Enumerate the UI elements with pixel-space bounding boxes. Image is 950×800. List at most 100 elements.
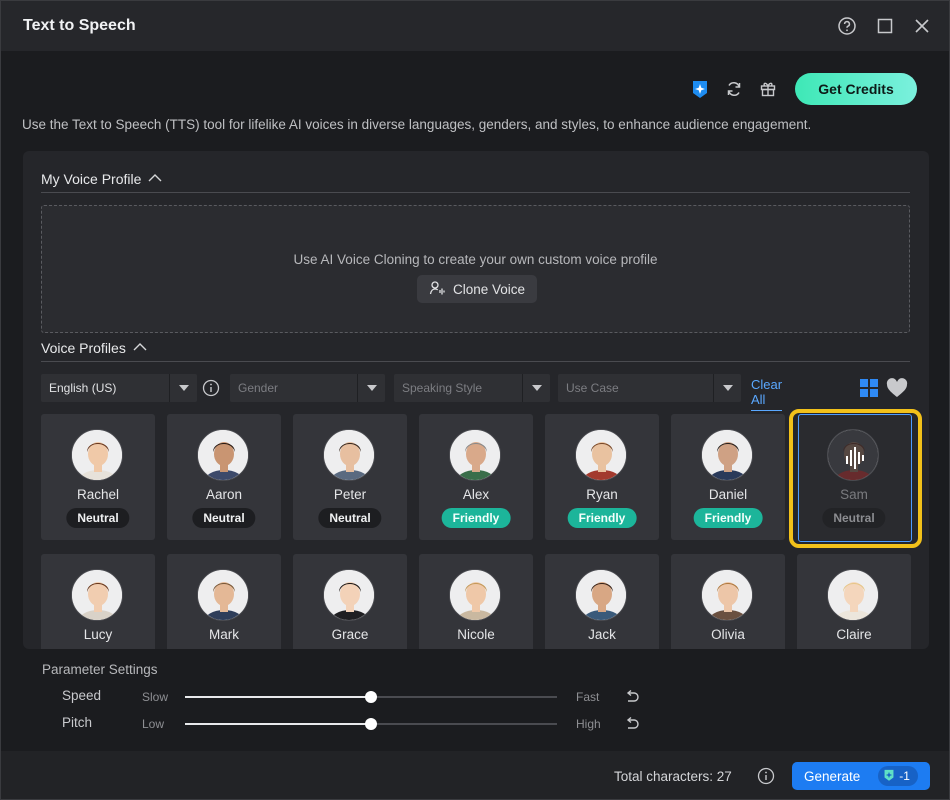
info-icon[interactable] xyxy=(202,379,220,397)
highlight-box xyxy=(789,409,922,548)
divider xyxy=(41,192,910,193)
speed-reset-icon[interactable] xyxy=(624,689,640,705)
voice-avatar xyxy=(701,569,753,621)
pitch-reset-icon[interactable] xyxy=(624,716,640,732)
voice-card[interactable]: Jack xyxy=(545,554,659,649)
language-select[interactable]: English (US) xyxy=(41,374,197,402)
voice-name: Claire xyxy=(836,627,872,642)
use-case-select[interactable]: Use Case xyxy=(558,374,741,402)
generate-button[interactable]: Generate -1 xyxy=(792,762,930,790)
credit-cost-value: -1 xyxy=(899,769,910,783)
chevron-up-icon[interactable] xyxy=(147,171,163,187)
voice-style-badge: Friendly xyxy=(693,508,763,528)
voice-card[interactable]: Peter Neutral xyxy=(293,414,407,540)
ai-credit-icon xyxy=(882,768,896,785)
get-credits-button[interactable]: Get Credits xyxy=(795,73,917,105)
generate-label: Generate xyxy=(804,768,861,784)
use-case-placeholder: Use Case xyxy=(566,381,619,395)
voice-avatar xyxy=(449,569,501,621)
maximize-icon[interactable] xyxy=(875,16,895,36)
voice-card[interactable]: Rachel Neutral xyxy=(41,414,155,540)
grid-view-icon[interactable] xyxy=(858,377,880,399)
tool-description: Use the Text to Speech (TTS) tool for li… xyxy=(22,117,812,132)
voice-avatar xyxy=(449,429,501,481)
caret-down-icon xyxy=(357,374,385,402)
voice-avatar xyxy=(197,429,249,481)
pitch-high-label: High xyxy=(576,717,601,731)
voice-card[interactable]: Ryan Friendly xyxy=(545,414,659,540)
speed-high-label: Fast xyxy=(576,690,600,704)
total-characters: Total characters: 27 xyxy=(614,769,732,784)
tts-window: Text to Speech Get Credits Use the Text … xyxy=(0,0,950,800)
voice-avatar xyxy=(71,429,123,481)
voice-name: Ryan xyxy=(586,487,618,502)
gift-icon[interactable] xyxy=(757,78,779,100)
voice-name: Nicole xyxy=(457,627,495,642)
close-icon[interactable] xyxy=(912,16,932,36)
info-icon[interactable] xyxy=(757,767,775,785)
voice-card[interactable]: Mark xyxy=(167,554,281,649)
my-voice-profile-header[interactable]: My Voice Profile xyxy=(41,171,163,187)
voice-card[interactable]: Grace xyxy=(293,554,407,649)
voice-card[interactable]: Aaron Neutral xyxy=(167,414,281,540)
voice-card[interactable]: Alex Friendly xyxy=(419,414,533,540)
voice-panel: My Voice Profile Use AI Voice Cloning to… xyxy=(23,151,929,649)
clone-voice-prompt: Use AI Voice Cloning to create your own … xyxy=(293,252,658,267)
pitch-label: Pitch xyxy=(62,715,93,730)
voice-card[interactable]: Nicole xyxy=(419,554,533,649)
voice-name: Aaron xyxy=(205,487,243,502)
speed-label: Speed xyxy=(62,688,102,703)
clone-voice-button[interactable]: Clone Voice xyxy=(417,275,537,303)
clone-voice-dropzone: Use AI Voice Cloning to create your own … xyxy=(41,205,910,333)
pitch-row: Pitch Low High xyxy=(1,714,950,734)
parameter-settings-title: Parameter Settings xyxy=(42,662,158,677)
voice-avatar xyxy=(323,569,375,621)
voice-name: Jack xyxy=(588,627,616,642)
favorites-heart-icon[interactable] xyxy=(885,376,909,400)
voice-name: Olivia xyxy=(711,627,745,642)
voice-avatar xyxy=(827,569,879,621)
language-value: English (US) xyxy=(49,381,117,395)
speed-slider-fill xyxy=(185,696,371,698)
caret-down-icon xyxy=(169,374,197,402)
speed-slider-knob[interactable] xyxy=(365,691,377,703)
voice-name: Peter xyxy=(333,487,367,502)
window-title: Text to Speech xyxy=(23,17,136,34)
speaking-style-select[interactable]: Speaking Style xyxy=(394,374,550,402)
voice-avatar xyxy=(575,429,627,481)
pitch-slider-knob[interactable] xyxy=(365,718,377,730)
voice-card[interactable]: Olivia xyxy=(671,554,785,649)
caret-down-icon xyxy=(713,374,741,402)
footer-bar: Total characters: 27 Generate -1 xyxy=(1,751,949,799)
voice-avatar xyxy=(71,569,123,621)
voice-profiles-header[interactable]: Voice Profiles xyxy=(41,340,148,356)
help-icon[interactable] xyxy=(837,16,857,36)
voice-name: Mark xyxy=(209,627,239,642)
credit-cost-badge: -1 xyxy=(878,766,918,786)
title-bar: Text to Speech xyxy=(1,1,949,51)
voice-name: Rachel xyxy=(76,487,120,502)
gender-placeholder: Gender xyxy=(238,381,279,395)
voice-card[interactable]: Claire xyxy=(797,554,911,649)
voice-style-badge: Neutral xyxy=(192,508,256,528)
voice-card[interactable]: Lucy xyxy=(41,554,155,649)
speed-low-label: Slow xyxy=(142,690,169,704)
clear-all-link[interactable]: Clear All xyxy=(751,377,783,411)
gender-select[interactable]: Gender xyxy=(230,374,385,402)
voice-profiles-heading: Voice Profiles xyxy=(41,340,126,356)
voice-avatar xyxy=(701,429,753,481)
voice-card[interactable]: Daniel Friendly xyxy=(671,414,785,540)
voice-avatar xyxy=(197,569,249,621)
ai-credit-icon[interactable] xyxy=(689,78,711,100)
voice-clone-icon xyxy=(429,280,447,299)
speed-row: Speed Slow Fast xyxy=(1,687,950,707)
divider xyxy=(41,361,910,362)
caret-down-icon xyxy=(522,374,550,402)
voice-style-badge: Neutral xyxy=(66,508,130,528)
chevron-up-icon[interactable] xyxy=(132,340,148,356)
voice-avatar xyxy=(575,569,627,621)
voice-name: Lucy xyxy=(83,627,113,642)
voice-name: Daniel xyxy=(708,487,748,502)
voice-style-badge: Friendly xyxy=(567,508,637,528)
refresh-icon[interactable] xyxy=(723,78,745,100)
